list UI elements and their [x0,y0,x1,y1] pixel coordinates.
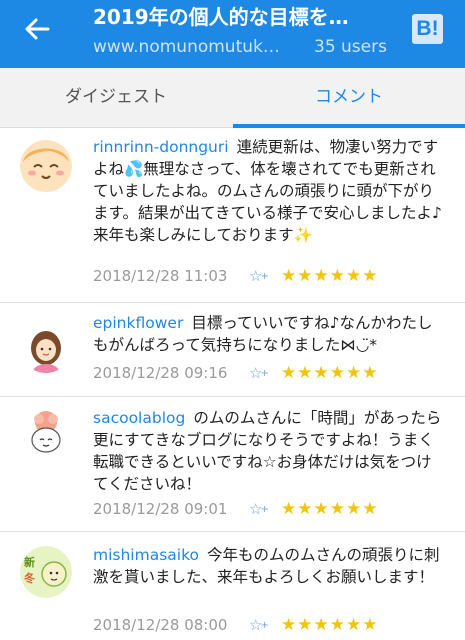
page-url: www.nomunomutuk… [93,37,280,57]
avatar[interactable] [20,140,72,192]
comment-date: 2018/12/28 09:01 [93,500,228,518]
star-icon: ★★★★★★ [281,615,379,635]
comment-date: 2018/12/28 11:03 [93,267,228,285]
comment-body: sacoolablog のムのムさんに「時間」があったら更にすてきなブログになりそ… [93,407,443,495]
page-title: 2019年の個人的な目標を… [93,5,349,29]
comment-date: 2018/12/28 08:00 [93,616,228,634]
star-icon: ★★★★★★ [281,363,379,383]
back-arrow-icon[interactable] [24,16,50,42]
comment-body: epinkflower 目標っていいですね♪なんかわたしもがんばろって気持ちになり… [93,312,443,356]
add-star-icon[interactable]: ☆+ [249,614,269,639]
avatar[interactable] [20,407,72,459]
comment-item: sacoolablog のムのムさんに「時間」があったら更にすてきなブログになりそ… [0,397,465,532]
comment-meta: 2018/12/28 09:16 ☆+ ★★★★★★ [93,362,443,384]
svg-text:新: 新 [24,555,35,569]
comment-meta: 2018/12/28 09:01 ☆+ ★★★★★★ [93,498,443,520]
star-icon: ★★★★★★ [281,266,379,286]
comment-username[interactable]: rinnrinn-donnguri [93,138,229,156]
comment-item: rinnrinn-donnguri 連続更新は、物凄い努力ですよね💦無理なさって、… [0,128,465,303]
app-bar: 2019年の個人的な目標を… www.nomunomutuk… 35 users… [0,0,465,68]
tab-bar: ダイジェスト コメント [0,68,465,128]
hatena-bookmark-icon[interactable]: B! [412,14,443,44]
tab-comments[interactable]: コメント [233,68,465,128]
tab-digest[interactable]: ダイジェスト [0,68,232,128]
comment-body: rinnrinn-donnguri 連続更新は、物凄い努力ですよね💦無理なさって、… [93,136,443,246]
comment-date: 2018/12/28 09:16 [93,364,228,382]
users-count: 35 users [314,37,387,57]
comment-item: epinkflower 目標っていいですね♪なんかわたしもがんばろって気持ちになり… [0,303,465,398]
comment-username[interactable]: epinkflower [93,314,183,332]
add-star-icon[interactable]: ☆+ [249,498,269,523]
svg-text:冬: 冬 [24,571,35,585]
comment-username[interactable]: sacoolablog [93,409,185,427]
add-star-icon[interactable]: ☆+ [249,265,269,290]
star-icon: ★★★★★★ [281,499,379,519]
comment-meta: 2018/12/28 08:00 ☆+ ★★★★★★ [93,614,443,636]
avatar[interactable] [20,321,72,373]
comment-body: mishimasaiko 今年ものムのムさんの頑張りに刺激を貰いました、来年もよろ… [93,544,443,588]
avatar[interactable]: 新 冬 [20,546,72,598]
add-star-icon[interactable]: ☆+ [249,362,269,387]
comment-username[interactable]: mishimasaiko [93,546,199,564]
comment-meta: 2018/12/28 11:03 ☆+ ★★★★★★ [93,265,443,287]
comment-item: 新 冬 mishimasaiko 今年ものムのムさんの頑張りに刺激を貰いました、来… [0,532,465,640]
